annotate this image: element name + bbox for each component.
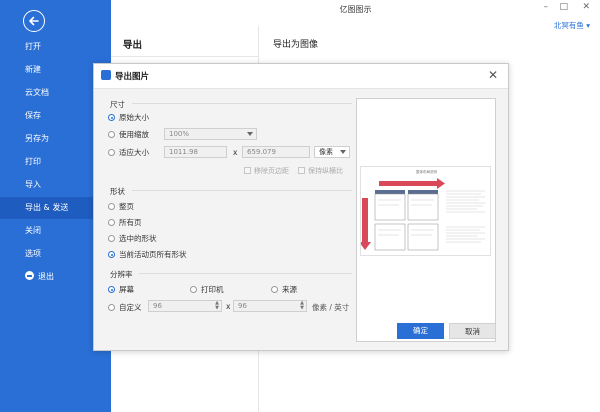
screen-label: 屏幕: [119, 285, 134, 294]
selected-shapes-radio[interactable]: [108, 235, 115, 242]
all-pages-radio[interactable]: [108, 219, 115, 226]
zoom-radio[interactable]: [108, 131, 115, 138]
dpi-x-separator: x: [226, 302, 231, 311]
exit-icon: [25, 271, 34, 280]
keep-ratio-label: 保持纵横比: [308, 167, 343, 175]
current-page-shapes-radio[interactable]: [108, 251, 115, 258]
all-pages-label: 所有页: [119, 218, 142, 227]
original-size-label: 原始大小: [119, 113, 149, 122]
app-logo-icon: [101, 70, 111, 80]
keep-ratio-checkbox[interactable]: [298, 167, 305, 174]
divider: [139, 273, 352, 274]
diagram-preview-image: 整体布局说明: [359, 169, 485, 251]
section-title: 导出为图像: [273, 40, 319, 50]
whole-page-label: 整页: [119, 202, 134, 211]
size-unit-select[interactable]: 像素: [314, 146, 350, 158]
fit-size-radio[interactable]: [108, 149, 115, 156]
minimize-icon[interactable]: –: [544, 2, 549, 12]
printer-radio[interactable]: [190, 286, 197, 293]
export-image-dialog: 导出图片 ✕ 尺寸 原始大小 使用缩放 100% 适应大小 1011.98 x …: [93, 63, 509, 351]
selected-shapes-label: 选中的形状: [119, 234, 157, 243]
remove-margin-label: 移除页边距: [254, 167, 289, 175]
page-title: 导出: [123, 40, 143, 51]
back-button[interactable]: [23, 10, 45, 32]
preview-thumbnail: 整体布局说明: [359, 166, 491, 256]
size-x-separator: x: [233, 148, 238, 157]
divider: [111, 56, 258, 57]
screen-radio[interactable]: [108, 286, 115, 293]
app-title: 亿图图示: [339, 5, 372, 14]
chevron-down-icon: [340, 150, 346, 154]
preview-title: 整体布局说明: [416, 169, 437, 174]
whole-page-radio[interactable]: [108, 203, 115, 210]
cancel-button[interactable]: 取消: [449, 323, 496, 339]
divider: [132, 103, 352, 104]
ok-button[interactable]: 确定: [397, 323, 444, 339]
title-bar: 亿图图示 – □ ✕: [111, 0, 600, 22]
close-icon[interactable]: ✕: [582, 2, 590, 12]
zoom-select[interactable]: 100%: [164, 128, 257, 140]
source-radio[interactable]: [271, 286, 278, 293]
maximize-icon[interactable]: □: [559, 2, 568, 12]
fit-size-label: 适应大小: [119, 148, 149, 157]
spin-down-icon[interactable]: ▼: [215, 306, 219, 311]
printer-label: 打印机: [201, 285, 224, 294]
spin-down-icon[interactable]: ▼: [300, 306, 304, 311]
size-group-label: 尺寸: [110, 100, 125, 109]
dpi-x-input[interactable]: 96 ▲ ▼: [148, 300, 222, 312]
export-preview: 整体布局说明: [356, 98, 496, 342]
resolution-group-label: 分辨率: [110, 270, 133, 279]
arrow-left-icon: [29, 16, 39, 26]
dialog-close-icon[interactable]: ✕: [488, 68, 498, 82]
sidebar-item-open[interactable]: 打开: [0, 36, 111, 58]
custom-dpi-radio[interactable]: [108, 304, 115, 311]
original-size-radio[interactable]: [108, 114, 115, 121]
width-input[interactable]: 1011.98: [164, 146, 227, 158]
source-label: 来源: [282, 285, 297, 294]
remove-margin-checkbox[interactable]: [244, 167, 251, 174]
dpi-y-input[interactable]: 96 ▲ ▼: [233, 300, 307, 312]
user-menu[interactable]: 北冥有鱼 ▾: [554, 20, 590, 31]
dialog-header: 导出图片 ✕: [94, 64, 508, 89]
height-input[interactable]: 659.079: [242, 146, 310, 158]
chevron-down-icon: [247, 132, 253, 136]
zoom-label: 使用缩放: [119, 130, 149, 139]
custom-dpi-label: 自定义: [119, 303, 142, 312]
shape-group-label: 形状: [110, 187, 125, 196]
current-page-shapes-label: 当前活动页所有形状: [119, 250, 187, 259]
divider: [132, 190, 352, 191]
dialog-title: 导出图片: [115, 72, 150, 82]
dpi-unit-label: 像素 / 英寸: [312, 303, 350, 312]
